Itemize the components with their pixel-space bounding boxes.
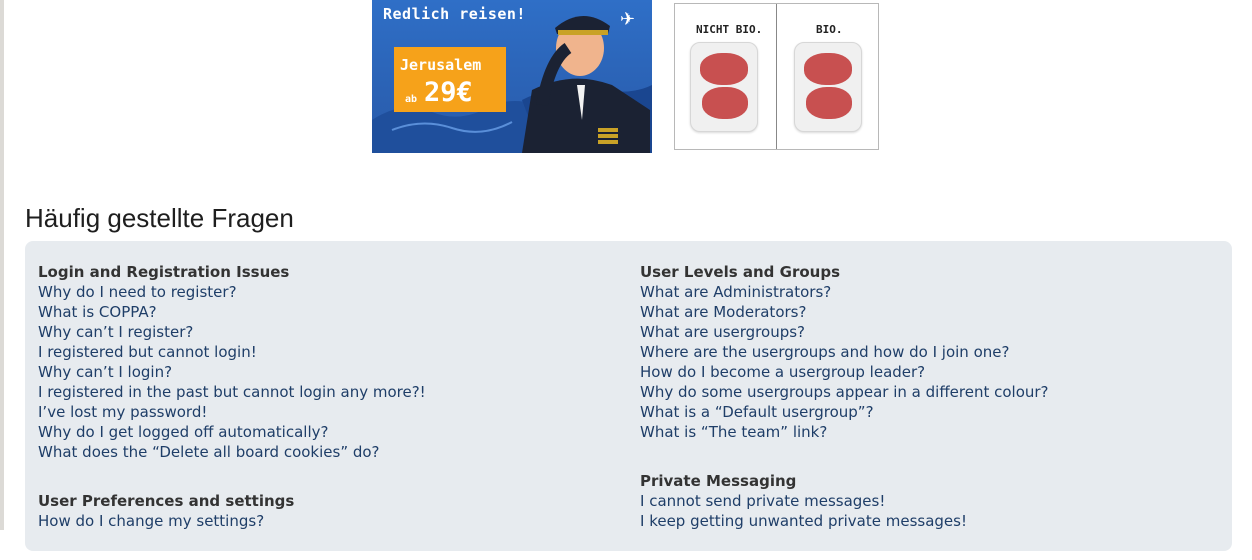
faq-question-link[interactable]: Why do I need to register? xyxy=(38,282,426,302)
faq-question-link[interactable]: What is a “Default usergroup”? xyxy=(640,402,1049,422)
offer-destination: Jerusalem xyxy=(400,56,482,74)
faq-question-link[interactable]: I registered but cannot login! xyxy=(38,342,426,362)
travel-ad-banner[interactable]: Redlich reisen! ✈ Jerusalem ab 29€ xyxy=(372,0,652,153)
faq-question-link[interactable]: What are usergroups? xyxy=(640,322,1049,342)
meat-piece xyxy=(702,87,748,119)
faq-section-login-and-registration-issues: Login and Registration Issues Why do I ne… xyxy=(38,262,426,462)
airplane-icon: ✈ xyxy=(620,9,636,30)
faq-question-link[interactable]: I keep getting unwanted private messages… xyxy=(640,511,1049,531)
faq-question-link[interactable]: Where are the usergroups and how do I jo… xyxy=(640,342,1049,362)
faq-question-link[interactable]: I’ve lost my password! xyxy=(38,402,426,422)
faq-question-link[interactable]: What are Administrators? xyxy=(640,282,1049,302)
faq-question-link[interactable]: Why do some usergroups appear in a diffe… xyxy=(640,382,1049,402)
faq-question-link[interactable]: What is “The team” link? xyxy=(640,422,1049,442)
price-offer-box: Jerusalem ab 29€ xyxy=(394,47,506,112)
meat-piece xyxy=(804,53,852,85)
faq-question-link[interactable]: How do I change my settings? xyxy=(38,511,426,531)
faq-section-user-preferences-and-settings: User Preferences and settings How do I ch… xyxy=(38,491,426,531)
faq-section-user-levels-and-groups: User Levels and Groups What are Administr… xyxy=(640,262,1049,442)
faq-question-link[interactable]: What are Moderators? xyxy=(640,302,1049,322)
faq-column-right: User Levels and Groups What are Administr… xyxy=(640,262,1049,560)
faq-section-heading: Private Messaging xyxy=(640,472,797,490)
page-title: Häufig gestellte Fragen xyxy=(25,203,294,233)
bio-label: BIO. xyxy=(816,23,843,36)
faq-question-link[interactable]: I cannot send private messages! xyxy=(640,491,1049,511)
ad-slogan: Redlich reisen! xyxy=(383,5,526,23)
faq-question-link[interactable]: Why can’t I register? xyxy=(38,322,426,342)
faq-section-heading: Login and Registration Issues xyxy=(38,263,290,281)
faq-question-link[interactable]: How do I become a usergroup leader? xyxy=(640,362,1049,382)
meat-piece xyxy=(700,53,748,85)
meat-piece xyxy=(806,87,852,119)
faq-panel: Login and Registration Issues Why do I ne… xyxy=(25,241,1232,551)
not-bio-label: NICHT BIO. xyxy=(696,23,763,36)
offer-price: 29€ xyxy=(424,77,473,108)
meat-tray-bio xyxy=(794,42,862,132)
page-left-border xyxy=(0,0,4,530)
faq-question-link[interactable]: What is COPPA? xyxy=(38,302,426,322)
bio-comparison-ad[interactable]: NICHT BIO. BIO. xyxy=(674,3,879,150)
faq-question-link[interactable]: Why can’t I login? xyxy=(38,362,426,382)
faq-section-heading: User Preferences and settings xyxy=(38,492,295,510)
faq-column-left: Login and Registration Issues Why do I ne… xyxy=(38,262,426,560)
faq-question-link[interactable]: What does the “Delete all board cookies”… xyxy=(38,442,426,462)
faq-section-private-messaging: Private Messaging I cannot send private m… xyxy=(640,471,1049,531)
faq-section-heading: User Levels and Groups xyxy=(640,263,840,281)
faq-question-link[interactable]: I registered in the past but cannot logi… xyxy=(38,382,426,402)
ad-divider xyxy=(776,4,777,149)
faq-question-link[interactable]: Why do I get logged off automatically? xyxy=(38,422,426,442)
meat-tray-not-bio xyxy=(690,42,758,132)
price-prefix: ab xyxy=(405,94,418,105)
